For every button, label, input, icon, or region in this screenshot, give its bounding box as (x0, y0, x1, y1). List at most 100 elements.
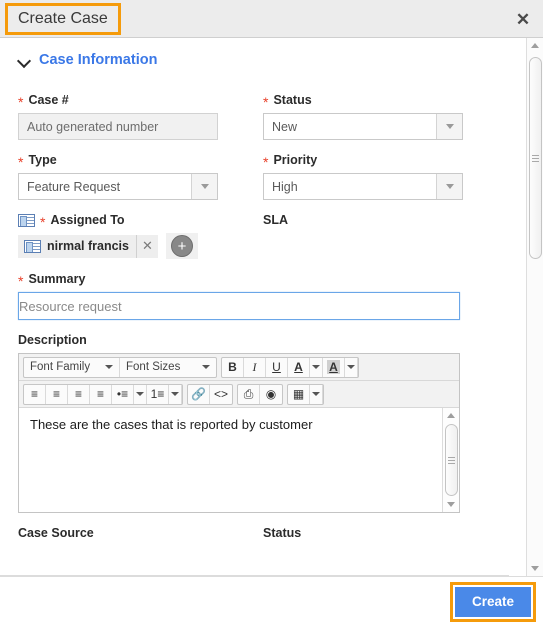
case-number-label: Case # (28, 93, 69, 107)
required-asterisk: * (18, 154, 24, 170)
page-title: Create Case (18, 10, 108, 27)
text-format-group: B I U A A (221, 356, 359, 378)
type-dropdown[interactable]: Feature Request (18, 173, 218, 200)
preview-icon[interactable]: ◉ (260, 385, 282, 404)
description-rich-text-editor: Font Family Font Sizes B I U A A ≡ ≡ ≡ ≡… (18, 353, 460, 513)
dialog-header: Create Case ✕ (0, 0, 543, 38)
summary-placeholder: Resource request (19, 298, 122, 314)
chevron-down-icon[interactable] (436, 114, 462, 139)
summary-label-wrap: * Summary (18, 271, 508, 289)
print-icon[interactable]: ⎙ (238, 384, 260, 404)
form-row-bottom: Case Source Status (0, 513, 526, 541)
create-button-highlight: Create (449, 582, 536, 622)
align-justify-icon[interactable]: ≡ (90, 384, 112, 404)
assigned-user-name: nirmal francis (47, 239, 129, 253)
highlight-color-chevron-down-icon[interactable] (345, 357, 358, 377)
type-label: Type (28, 153, 57, 167)
scroll-up-icon[interactable] (444, 408, 459, 423)
required-asterisk: * (18, 273, 24, 289)
align-right-icon[interactable]: ≡ (68, 384, 90, 404)
numbered-list-chevron-down-icon[interactable] (169, 384, 182, 404)
editor-scroll-thumb[interactable] (444, 424, 458, 496)
numbered-list-icon[interactable]: 1≡ (147, 384, 169, 404)
highlight-color-button[interactable]: A (323, 357, 345, 377)
link-icon[interactable]: 🔗 (188, 384, 210, 404)
font-family-dropdown[interactable]: Font Family (24, 357, 120, 377)
underline-button[interactable]: U (266, 357, 288, 377)
table-icon[interactable]: ▦ (288, 384, 310, 404)
bullet-list-icon[interactable]: •≡ (112, 384, 134, 404)
page-scroll-down-icon[interactable] (528, 561, 543, 576)
add-user-wrap: + (165, 233, 198, 259)
chevron-down-icon[interactable] (436, 174, 462, 199)
align-center-icon[interactable]: ≡ (46, 384, 68, 404)
text-color-chevron-down-icon[interactable] (310, 357, 323, 377)
bold-button[interactable]: B (222, 357, 244, 377)
status-label-wrap: * Status (263, 92, 508, 110)
italic-button[interactable]: I (244, 357, 266, 377)
field-summary: * Summary Resource request (18, 259, 508, 320)
create-button[interactable]: Create (454, 587, 531, 617)
required-asterisk: * (263, 94, 269, 110)
priority-label: Priority (273, 153, 318, 167)
status-bottom-label: Status (263, 526, 302, 540)
status-value: New (272, 119, 298, 134)
assigned-to-chip-row: nirmal francis ✕ + (18, 233, 263, 259)
page-scroll-thumb[interactable] (528, 57, 542, 259)
field-type: * Type Feature Request (18, 140, 263, 200)
page-scroll-up-icon[interactable] (528, 38, 543, 53)
contact-card-icon (18, 213, 35, 227)
summary-label: Summary (28, 272, 86, 286)
chevron-down-icon (105, 365, 113, 369)
form-row-2: * Type Feature Request * Priority High (18, 140, 508, 200)
sla-label-wrap: SLA (263, 212, 508, 228)
summary-input[interactable]: Resource request (18, 292, 460, 320)
code-icon[interactable]: <> (210, 385, 232, 404)
field-sla: SLA (263, 200, 508, 259)
editor-toolbar-row-1: Font Family Font Sizes B I U A A (19, 354, 459, 381)
font-size-label: Font Sizes (126, 361, 181, 373)
assigned-user-chip[interactable]: nirmal francis ✕ (18, 234, 158, 258)
dialog-body: Case Information * Case # Auto generated… (0, 38, 543, 576)
description-label-wrap: Description (18, 332, 508, 348)
status-label: Status (273, 93, 312, 107)
align-left-icon[interactable]: ≡ (24, 384, 46, 404)
font-family-label: Font Family (30, 361, 91, 373)
description-text: These are the cases that is reported by … (30, 417, 313, 432)
status-dropdown[interactable]: New (263, 113, 463, 140)
table-chevron-down-icon[interactable] (310, 384, 323, 404)
font-size-dropdown[interactable]: Font Sizes (120, 358, 216, 377)
priority-dropdown[interactable]: High (263, 173, 463, 200)
text-color-button[interactable]: A (288, 357, 310, 377)
chevron-down-icon[interactable] (18, 54, 31, 67)
add-user-button[interactable]: + (170, 235, 193, 257)
scroll-down-icon[interactable] (444, 497, 459, 512)
case-number-label-wrap: * Case # (18, 92, 263, 109)
create-case-dialog: Create Case ✕ Case Information * Case # (0, 0, 543, 626)
case-information-section-header[interactable]: Case Information (0, 38, 526, 74)
close-icon[interactable]: ✕ (512, 8, 534, 30)
insert-group: 🔗 <> (187, 383, 233, 405)
section-title: Case Information (39, 52, 158, 68)
remove-user-icon[interactable]: ✕ (135, 234, 158, 258)
field-case-number: * Case # Auto generated number (18, 80, 263, 140)
page-scrollbar[interactable] (526, 38, 543, 576)
alignment-group: ≡ ≡ ≡ ≡ •≡ 1≡ (23, 383, 183, 405)
editor-scrollbar[interactable] (442, 408, 459, 512)
contact-card-icon (24, 239, 41, 253)
case-number-input[interactable]: Auto generated number (18, 113, 218, 140)
type-label-wrap: * Type (18, 152, 263, 170)
form-row-summary: * Summary Resource request (18, 259, 508, 320)
form-row-description: Description Font Family Font Sizes B I U… (18, 320, 508, 513)
assigned-to-label-wrap: * Assigned To (18, 212, 263, 229)
chevron-down-icon (202, 365, 210, 369)
bullet-list-chevron-down-icon[interactable] (134, 384, 147, 404)
chevron-down-icon[interactable] (191, 174, 217, 199)
font-dropdown-group: Font Family Font Sizes (23, 356, 217, 378)
description-editor-body[interactable]: These are the cases that is reported by … (19, 408, 459, 512)
case-source-label-wrap: Case Source (18, 525, 263, 541)
editor-toolbar-row-2: ≡ ≡ ≡ ≡ •≡ 1≡ 🔗 <> ⎙ ◉ ▦ (19, 381, 459, 408)
form-row-1: * Case # Auto generated number * Status (18, 80, 508, 140)
field-description: Description Font Family Font Sizes B I U… (18, 320, 508, 513)
tools-group: ⎙ ◉ (237, 383, 283, 405)
